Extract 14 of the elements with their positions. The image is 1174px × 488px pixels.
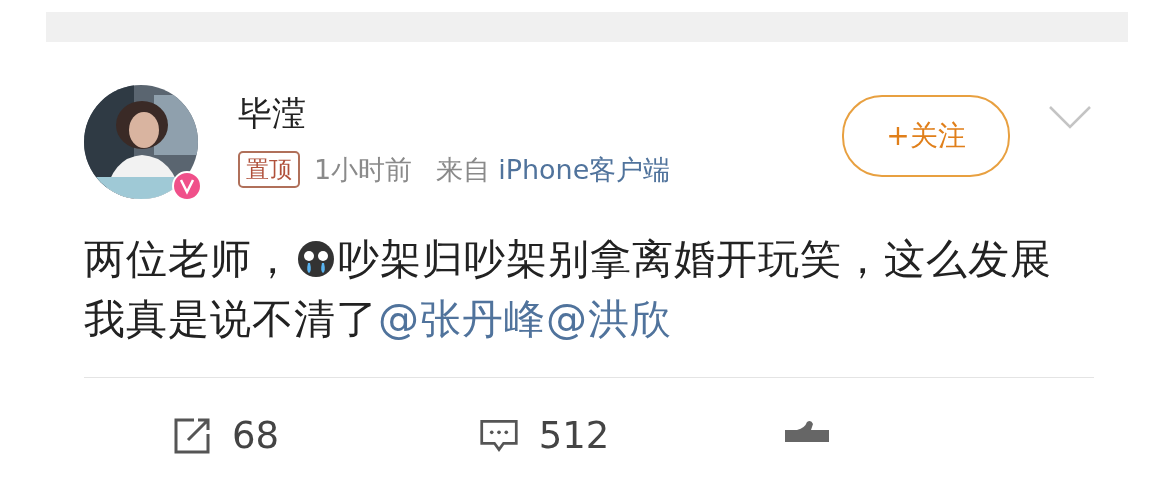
verified-badge-icon (172, 171, 202, 201)
post-text: 两位老师， 吵架归吵架别拿离婚开玩笑，这么发展我真是说不清了@张丹峰@洪欣 (84, 234, 1053, 345)
crying-face-icon (296, 239, 336, 279)
pinned-tag: 置顶 (238, 151, 300, 188)
follow-button[interactable]: +关注 (842, 95, 1010, 177)
action-count: 68 (232, 414, 280, 457)
author-name[interactable]: 毕滢 (238, 91, 842, 137)
source-prefix: 来自 (436, 152, 491, 187)
mention-link[interactable]: @张丹峰 (378, 295, 546, 343)
post-time: 1小时前 (314, 152, 413, 187)
source-link[interactable]: iPhone客户端 (498, 151, 671, 188)
mention-link[interactable]: @洪欣 (546, 295, 672, 343)
action-count: 512 (538, 414, 610, 457)
thumbs-up-icon[interactable] (785, 419, 830, 442)
